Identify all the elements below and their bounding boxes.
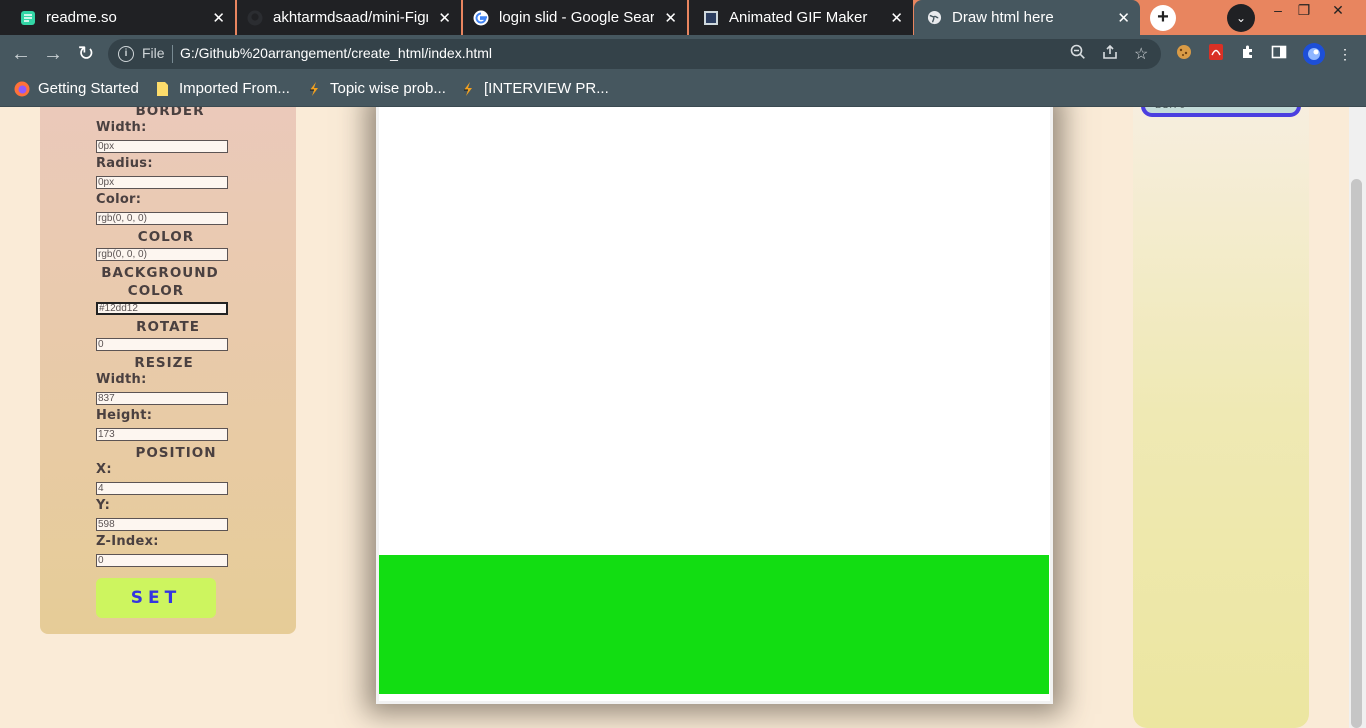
- close-icon[interactable]: ✕: [664, 9, 677, 27]
- bookmark-label: Getting Started: [38, 80, 139, 97]
- layer-item[interactable]: BOX-0: [1141, 107, 1301, 117]
- style-editor-panel: BORDER Width: 0px Radius: 0px Color: rgb…: [40, 107, 296, 634]
- tab-strip: readme.so ✕ akhtarmdsaad/mini-Figma ✕ lo…: [0, 0, 1366, 35]
- height-input[interactable]: 173: [96, 428, 228, 441]
- readme-icon: [20, 10, 36, 26]
- bookmark-interview[interactable]: [INTERVIEW PR...: [460, 80, 609, 97]
- drawing-canvas[interactable]: [376, 107, 1053, 704]
- share-icon[interactable]: [1102, 44, 1118, 65]
- url-text[interactable]: G:/Github%20arrangement/create_html/inde…: [180, 45, 492, 61]
- background-heading: BACKGROUND: [101, 265, 219, 281]
- tab-gif-maker[interactable]: Animated GIF Maker ✕: [689, 0, 913, 35]
- pdf-extension-icon[interactable]: [1206, 44, 1226, 64]
- rotate-heading: ROTATE: [136, 319, 200, 335]
- close-icon[interactable]: ✕: [890, 9, 903, 27]
- tab-search-button[interactable]: ⌄: [1227, 4, 1255, 32]
- back-button[interactable]: ←: [8, 41, 34, 67]
- gif-maker-icon: [703, 10, 719, 26]
- width-label: Width:: [96, 372, 147, 387]
- border-color-input[interactable]: rgb(0, 0, 0): [96, 212, 228, 225]
- reload-icon: ↻: [77, 43, 95, 65]
- folder-icon: [155, 81, 171, 97]
- puzzle-icon[interactable]: [1238, 44, 1258, 64]
- avatar[interactable]: [1302, 42, 1326, 66]
- close-window-button[interactable]: ✕: [1318, 0, 1358, 22]
- height-label: Height:: [96, 408, 153, 423]
- border-heading: BORDER: [135, 107, 205, 119]
- x-label: X:: [96, 462, 112, 477]
- border-radius-label: Radius:: [96, 156, 153, 171]
- background-color-heading: COLOR: [127, 283, 185, 299]
- bookmark-imported[interactable]: Imported From...: [155, 80, 290, 97]
- y-label: Y:: [96, 498, 111, 513]
- code-site-icon: [306, 81, 322, 97]
- tab-title: akhtarmdsaad/mini-Figma: [273, 9, 428, 26]
- position-heading: POSITION: [135, 445, 217, 461]
- url-scheme: File: [142, 45, 165, 61]
- side-panel-icon[interactable]: [1269, 44, 1289, 64]
- scrollbar[interactable]: [1349, 107, 1366, 728]
- z-index-label: Z-Index:: [96, 534, 159, 549]
- arrow-left-icon: ←: [11, 43, 31, 65]
- code-site-icon: [460, 81, 476, 97]
- scrollbar-thumb[interactable]: [1351, 179, 1362, 728]
- info-icon[interactable]: i: [118, 46, 134, 62]
- tab-draw-html[interactable]: Draw html here ✕: [914, 0, 1140, 35]
- z-index-input[interactable]: 0: [96, 554, 228, 567]
- google-icon: [473, 10, 489, 26]
- bookmark-label: Topic wise prob...: [330, 80, 446, 97]
- firefox-icon: [14, 81, 30, 97]
- canvas-box[interactable]: [379, 555, 1049, 694]
- color-heading: COLOR: [137, 229, 195, 245]
- color-input[interactable]: rgb(0, 0, 0): [96, 248, 228, 261]
- more-menu-icon[interactable]: ⋮: [1335, 44, 1355, 64]
- cookie-extension-icon[interactable]: [1174, 44, 1194, 64]
- rotate-input[interactable]: 0: [96, 338, 228, 351]
- width-input[interactable]: 837: [96, 392, 228, 405]
- x-input[interactable]: 4: [96, 482, 228, 495]
- page-viewport: BORDER Width: 0px Radius: 0px Color: rgb…: [0, 107, 1366, 728]
- tab-readme[interactable]: readme.so ✕: [0, 0, 235, 35]
- border-width-input[interactable]: 0px: [96, 140, 228, 153]
- tab-title: login slid - Google Search: [499, 9, 654, 26]
- divider: [172, 45, 173, 63]
- close-icon[interactable]: ✕: [1117, 9, 1130, 27]
- resize-heading: RESIZE: [134, 355, 194, 371]
- browser-toolbar: ← → ↻ i File G:/Github%20arrangement/cre…: [0, 35, 1366, 73]
- y-input[interactable]: 598: [96, 518, 228, 531]
- chevron-down-icon: ⌄: [1235, 11, 1247, 25]
- tab-title: Animated GIF Maker: [729, 9, 868, 26]
- new-tab-button[interactable]: +: [1150, 5, 1176, 31]
- arrow-right-icon: →: [43, 43, 63, 65]
- bookmarks-bar: Getting Started Imported From... Topic w…: [0, 73, 1366, 107]
- close-icon[interactable]: ✕: [212, 9, 225, 27]
- github-icon: [247, 10, 263, 26]
- address-bar[interactable]: i File G:/Github%20arrangement/create_ht…: [108, 39, 1161, 69]
- background-color-input[interactable]: #12dd12: [96, 302, 228, 315]
- forward-button[interactable]: →: [40, 41, 66, 67]
- close-icon[interactable]: ✕: [438, 9, 451, 27]
- globe-icon: [926, 10, 942, 26]
- tab-title: readme.so: [46, 9, 117, 26]
- border-radius-input[interactable]: 0px: [96, 176, 228, 189]
- set-button[interactable]: SET: [96, 578, 216, 618]
- tab-google[interactable]: login slid - Google Search ✕: [463, 0, 687, 35]
- bookmark-label: Imported From...: [179, 80, 290, 97]
- tab-title: Draw html here: [952, 9, 1054, 26]
- layers-panel: BOX-0: [1133, 107, 1309, 728]
- bookmark-label: [INTERVIEW PR...: [484, 80, 609, 97]
- star-icon[interactable]: ☆: [1134, 44, 1148, 64]
- tab-github[interactable]: akhtarmdsaad/mini-Figma ✕: [237, 0, 461, 35]
- zoom-icon[interactable]: [1070, 44, 1086, 65]
- bookmark-topic-wise[interactable]: Topic wise prob...: [306, 80, 446, 97]
- border-width-label: Width:: [96, 120, 147, 135]
- bookmark-getting-started[interactable]: Getting Started: [14, 80, 139, 97]
- reload-button[interactable]: ↻: [73, 41, 99, 67]
- border-color-label: Color:: [96, 192, 142, 207]
